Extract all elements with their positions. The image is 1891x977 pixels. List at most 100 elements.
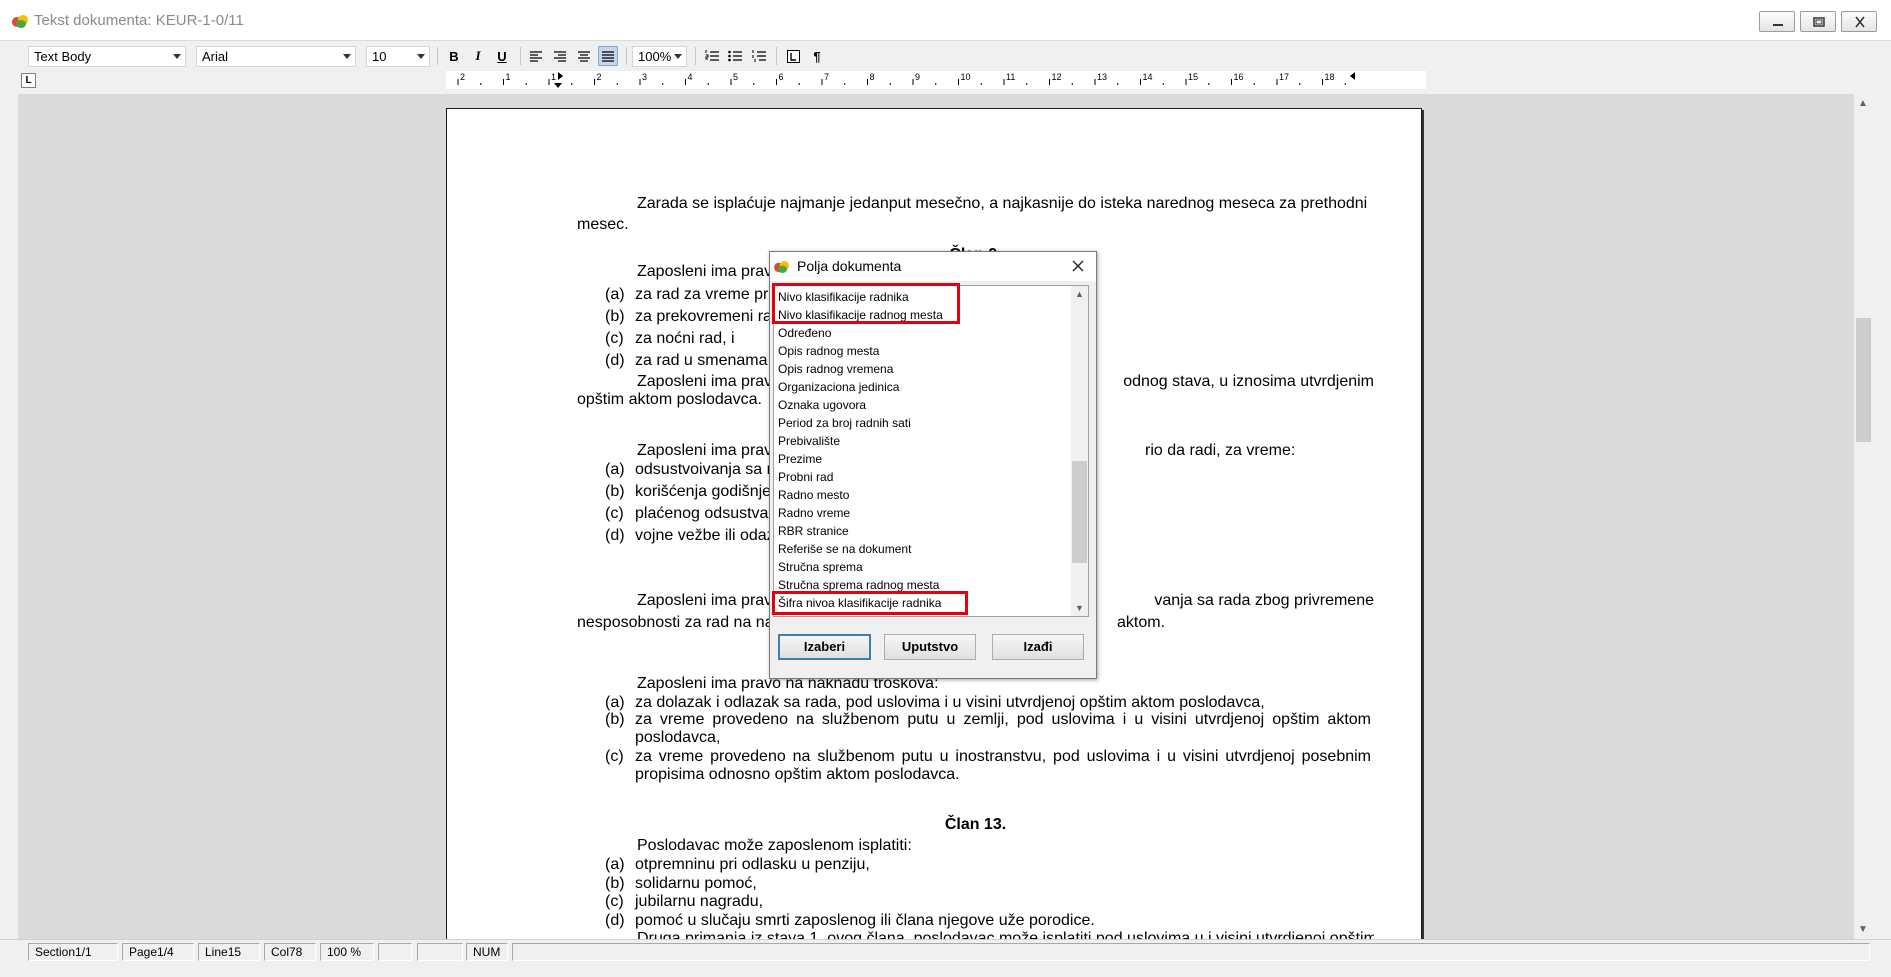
list-label: (b) xyxy=(605,711,625,728)
field-list-item[interactable]: RBR stranice xyxy=(778,522,849,540)
font-select[interactable]: Arial xyxy=(196,46,356,67)
field-list-item[interactable]: Radno mesto xyxy=(778,486,849,504)
ruler-tick-label: 3 xyxy=(642,72,647,82)
field-list-item[interactable]: Oznaka ugovora xyxy=(778,396,866,414)
field-list-item[interactable]: Prebivalište xyxy=(778,432,840,450)
chevron-down-icon xyxy=(343,54,351,59)
style-select[interactable]: Text Body xyxy=(28,46,186,67)
field-list-item[interactable]: Prezime xyxy=(778,450,822,468)
paragraph-text: Poslodavac može zaposlenom isplatiti: xyxy=(637,837,912,854)
highlight-box xyxy=(772,591,968,615)
listbox-scrollbar[interactable]: ▲ ▼ xyxy=(1071,286,1088,616)
exit-button[interactable]: Izađi xyxy=(992,634,1084,660)
align-left-icon xyxy=(530,50,542,62)
field-list-item[interactable]: Referiše se na dokument xyxy=(778,540,911,558)
align-center-button[interactable] xyxy=(574,46,594,66)
title-bar: Tekst dokumenta: KEUR-1-0/11 xyxy=(0,0,1891,41)
right-indent-marker[interactable] xyxy=(1350,72,1355,80)
list-label: (d) xyxy=(605,352,625,369)
list-label: (c) xyxy=(605,330,624,347)
italic-button[interactable]: I xyxy=(468,46,488,66)
dialog-title-bar[interactable]: Polja dokumenta xyxy=(770,252,1096,281)
show-formatting-marks-button[interactable]: ¶ xyxy=(807,46,827,66)
paragraph-text: Zarada se isplaćuje najmanje jedanput me… xyxy=(637,195,1368,212)
font-size-value: 10 xyxy=(372,49,387,64)
scroll-up-icon[interactable]: ▲ xyxy=(1858,98,1868,109)
bold-button[interactable]: B xyxy=(444,46,464,66)
toolbar-separator xyxy=(520,47,521,65)
list-label: (a) xyxy=(605,856,625,873)
chevron-down-icon xyxy=(674,54,682,59)
close-icon xyxy=(1855,16,1865,28)
field-list-item[interactable]: Opis radnog vremena xyxy=(778,360,893,378)
restore-button[interactable] xyxy=(1800,11,1836,32)
bullet-list-button[interactable] xyxy=(725,46,745,66)
status-message xyxy=(512,943,1870,961)
field-list-item[interactable]: Opis radnog mesta xyxy=(778,342,879,360)
underline-button[interactable]: U xyxy=(492,46,512,66)
paragraph-fragment: Zaposleni ima prav xyxy=(637,592,773,609)
tab-stop-selector[interactable]: L xyxy=(21,73,36,88)
select-button[interactable]: Izaberi xyxy=(778,634,871,660)
list-label: (b) xyxy=(605,308,625,325)
first-line-indent-marker[interactable] xyxy=(558,72,563,80)
outline-list-button[interactable] xyxy=(749,46,769,66)
numbered-list-icon xyxy=(705,50,719,61)
insert-field-icon xyxy=(786,49,800,63)
listbox-scrollbar-thumb[interactable] xyxy=(1072,461,1087,563)
field-list-item[interactable]: Stručna sprema xyxy=(778,558,863,576)
paragraph-text: Druga primanja iz stava 1. ovog člana, p… xyxy=(637,930,1374,939)
ruler-tick-label: 11 xyxy=(1006,72,1015,82)
ruler-tick-label: 2 xyxy=(460,72,465,82)
app-logo-icon xyxy=(12,15,28,28)
bullet-list-icon xyxy=(728,50,742,62)
left-indent-marker[interactable] xyxy=(554,83,562,88)
style-select-value: Text Body xyxy=(34,49,92,64)
align-justify-button[interactable] xyxy=(598,46,618,66)
app-logo-icon xyxy=(774,260,789,273)
minimize-button[interactable] xyxy=(1759,11,1795,32)
help-button[interactable]: Uputstvo xyxy=(884,634,976,660)
scroll-down-icon[interactable]: ▼ xyxy=(1858,924,1868,935)
align-right-button[interactable] xyxy=(550,46,570,66)
outline-list-icon xyxy=(752,50,766,62)
ruler-tick-label: 15 xyxy=(1188,72,1198,82)
formatting-toolbar: Text Body Arial 10 B I U 100% ¶ xyxy=(0,41,1891,71)
scrollbar-thumb[interactable] xyxy=(1856,318,1871,442)
list-text: za vreme provedeno na službenom putu u z… xyxy=(635,711,1371,746)
restore-icon xyxy=(1813,17,1825,27)
field-list-item[interactable]: Radno vreme xyxy=(778,504,850,522)
ruler-tick-label: 13 xyxy=(1097,72,1107,82)
font-size-select[interactable]: 10 xyxy=(366,46,430,67)
ruler-tick-label: 18 xyxy=(1325,72,1335,82)
window-title: Tekst dokumenta: KEUR-1-0/11 xyxy=(34,12,244,29)
vertical-scrollbar[interactable]: ▲ ▼ xyxy=(1854,94,1873,939)
heading-clan-13: Član 13. xyxy=(944,816,1007,833)
status-zoom: 100 % xyxy=(320,943,374,961)
document-fields-dialog[interactable]: Polja dokumenta Nivo klasifikacije radni… xyxy=(769,251,1097,679)
field-list-item[interactable]: Period za broj radnih sati xyxy=(778,414,911,432)
toolbar-separator xyxy=(626,47,627,65)
scroll-down-icon[interactable]: ▼ xyxy=(1075,603,1084,613)
align-right-icon xyxy=(554,50,566,62)
status-empty xyxy=(378,943,412,961)
close-icon[interactable] xyxy=(1070,258,1086,274)
ruler-tick-label: 10 xyxy=(961,72,971,82)
align-left-button[interactable] xyxy=(526,46,546,66)
status-line: Line15 xyxy=(198,943,260,961)
numbered-list-button[interactable] xyxy=(702,46,722,66)
field-list-item[interactable]: Probni rad xyxy=(778,468,833,486)
font-select-value: Arial xyxy=(202,49,229,64)
insert-field-button[interactable] xyxy=(783,46,803,66)
ruler-row: L 2 1 1 2 3 4 5 6 7 8 9 10 11 12 13 14 15 16 17 18 xyxy=(0,71,1891,93)
scroll-up-icon[interactable]: ▲ xyxy=(1075,289,1084,299)
fields-listbox[interactable]: Nivo klasifikacije radnika Nivo klasifika… xyxy=(773,285,1089,617)
ruler-tick-label: 1 xyxy=(506,72,511,82)
zoom-select[interactable]: 100% xyxy=(632,46,687,67)
close-button[interactable] xyxy=(1841,11,1877,32)
field-list-item[interactable]: Određeno xyxy=(778,324,831,342)
paragraph-fragment: vanja sa rada zbog privremene xyxy=(1154,592,1374,609)
horizontal-ruler[interactable]: 2 1 1 2 3 4 5 6 7 8 9 10 11 12 13 14 15 16 17 18 xyxy=(446,71,1426,89)
field-list-item[interactable]: Organizaciona jedinica xyxy=(778,378,899,396)
list-label: (d) xyxy=(605,527,625,544)
